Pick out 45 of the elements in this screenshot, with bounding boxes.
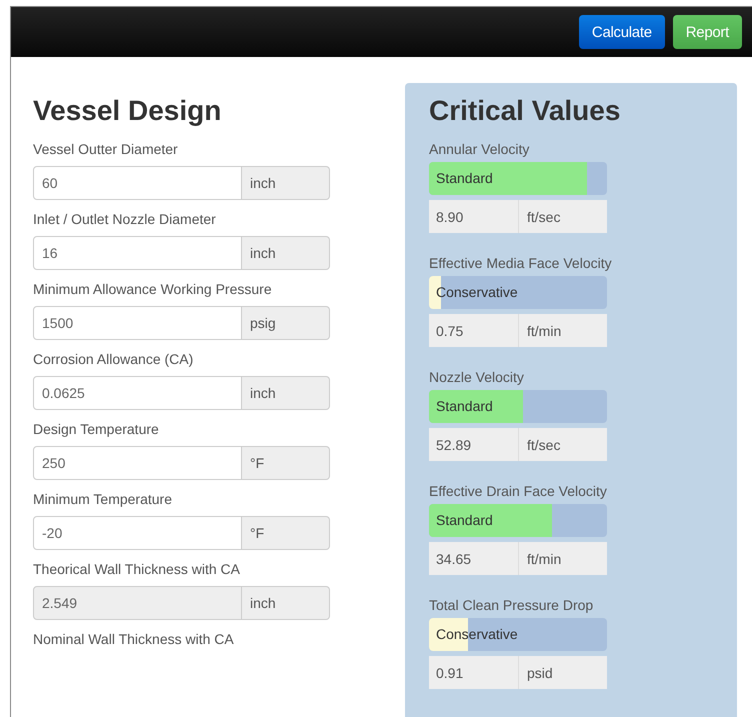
unit-addon: psid [526, 664, 553, 683]
toolbar-button[interactable]: Calculate [578, 15, 665, 49]
field-label: Theorical Wall Thickness with CA [33, 561, 241, 577]
value-readout: 8.90 [429, 200, 519, 233]
value-readout: 52.89 [429, 428, 519, 461]
unit-addon: ft/sec [526, 436, 560, 454]
input-field[interactable]: -20 [33, 516, 242, 550]
value-label: Total Clean Pressure Drop [429, 597, 594, 613]
field-label: Nominal Wall Thickness with CA [33, 631, 235, 647]
input-field[interactable]: 60 [33, 166, 242, 200]
value-label: Nozzle Velocity [429, 369, 525, 385]
status-text: Standard [435, 169, 494, 188]
value-label: Effective Media Face Velocity [429, 255, 613, 271]
unit-addon: ft/sec [526, 208, 560, 226]
status-text: Conservative [435, 283, 519, 302]
input-field[interactable]: 16 [33, 236, 242, 270]
unit-addon: inch [242, 166, 330, 200]
value-readout: 0.75 [429, 314, 519, 347]
section-title: Vessel Design [33, 95, 222, 127]
unit-addon: °F [242, 446, 330, 480]
field-label: Minimum Temperature [33, 491, 174, 507]
unit-addon: inch [242, 586, 330, 620]
field-label: Inlet / Outlet Nozzle Diameter [33, 211, 217, 227]
section-title: Critical Values [429, 95, 622, 127]
status-text: Standard [435, 511, 494, 530]
input-field[interactable]: 0.0625 [33, 376, 242, 410]
field-label: Vessel Outter Diameter [33, 141, 179, 157]
unit-addon: °F [242, 516, 330, 550]
unit-addon: inch [242, 376, 330, 410]
unit-addon: ft/min [526, 322, 562, 340]
value-label: Annular Velocity [429, 141, 530, 157]
status-text: Standard [435, 397, 494, 416]
unit-addon: inch [242, 236, 330, 270]
input-field[interactable]: 2.549 [33, 586, 242, 620]
field-label: Design Temperature [33, 421, 160, 437]
unit-addon: psig [242, 306, 330, 340]
input-field[interactable]: 250 [33, 446, 242, 480]
value-label: Effective Drain Face Velocity [429, 483, 608, 499]
field-label: Minimum Allowance Working Pressure [33, 281, 273, 297]
unit-addon: ft/min [526, 550, 562, 568]
field-label: Corrosion Allowance (CA) [33, 351, 194, 367]
value-readout: 0.91 [429, 656, 519, 689]
status-text: Conservative [435, 625, 519, 644]
input-field[interactable]: 1500 [33, 306, 242, 340]
value-readout: 34.65 [429, 542, 519, 575]
